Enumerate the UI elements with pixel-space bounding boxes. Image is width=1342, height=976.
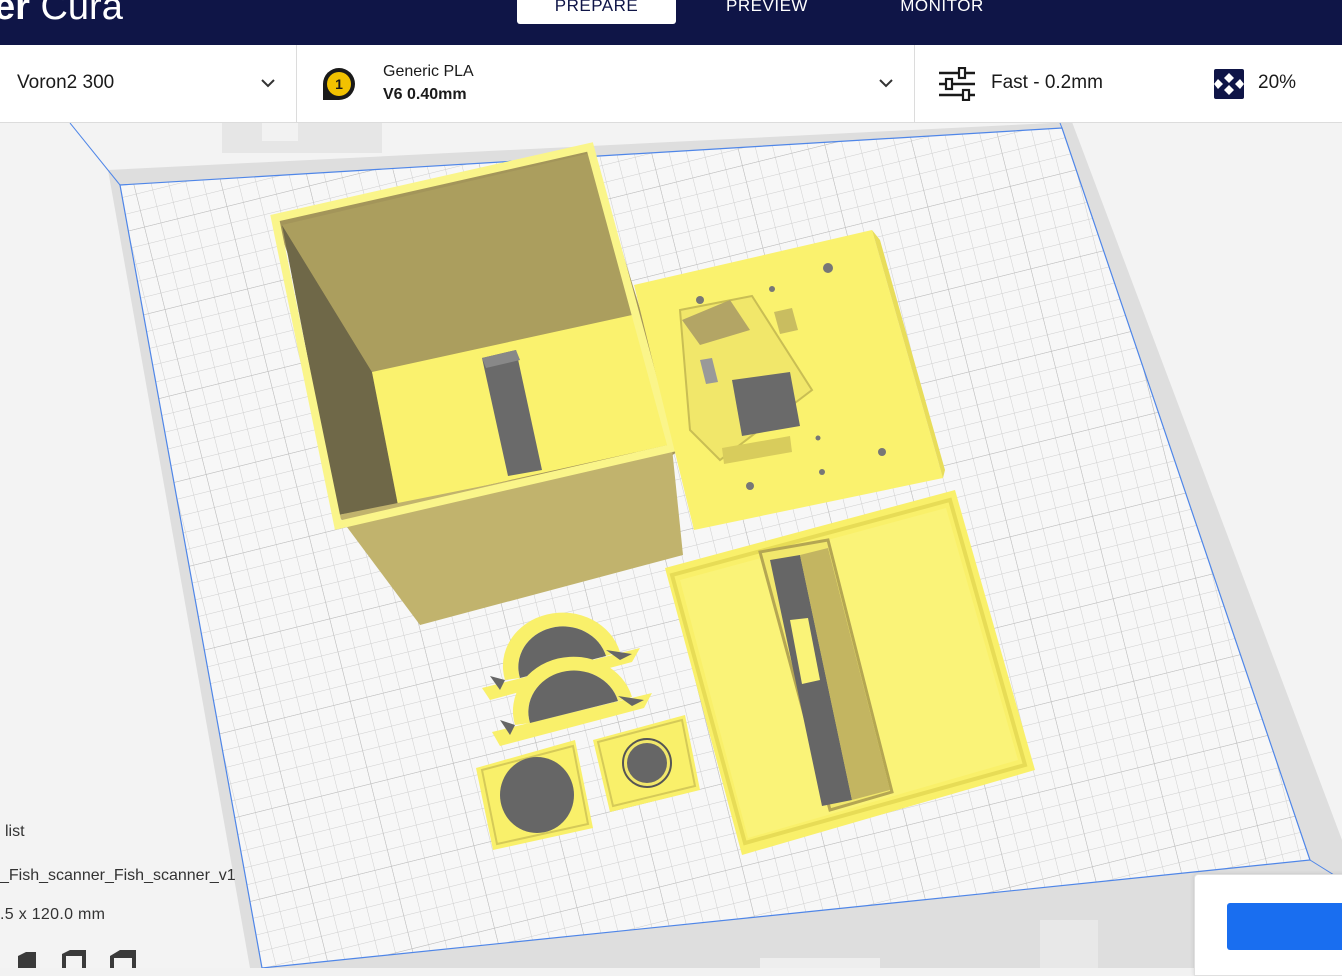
nozzle-size: V6 0.40mm bbox=[383, 86, 467, 103]
material-selector[interactable]: 1 Generic PLA V6 0.40mm bbox=[297, 45, 914, 122]
slice-button[interactable] bbox=[1227, 903, 1342, 950]
printer-name: Voron2 300 bbox=[17, 72, 115, 93]
object-dimensions: .5 x 120.0 mm bbox=[0, 906, 106, 923]
chevron-down-icon bbox=[879, 79, 893, 88]
app-title: er Cura bbox=[0, 0, 123, 28]
action-panel bbox=[1194, 874, 1342, 976]
print-setup-bar: Voron2 300 1 Generic PLA V6 0.40mm Fast … bbox=[0, 45, 1342, 123]
profile-label: Fast - 0.2mm bbox=[991, 72, 1103, 93]
build-plate-scene bbox=[69, 123, 1342, 968]
tab-prepare[interactable]: PREPARE bbox=[517, 0, 676, 24]
infill-icon bbox=[1214, 69, 1244, 99]
svg-text:1: 1 bbox=[335, 76, 343, 92]
material-name: Generic PLA bbox=[383, 63, 474, 80]
infill-label: 20% bbox=[1258, 72, 1297, 93]
object-file-name: _Fish_scanner_Fish_scanner_v1 bbox=[0, 867, 236, 884]
header-bar: er Cura PREPARE PREVIEW MONITOR bbox=[0, 0, 1342, 45]
extruder-badge-icon: 1 bbox=[323, 68, 355, 100]
view-orientation-icons bbox=[18, 950, 136, 968]
printer-selector[interactable]: Voron2 300 bbox=[0, 45, 296, 122]
print-settings-selector[interactable]: Fast - 0.2mm 20% bbox=[915, 45, 1342, 122]
settings-sliders-icon bbox=[939, 67, 975, 101]
tab-monitor[interactable]: MONITOR bbox=[870, 0, 1014, 24]
3d-viewport[interactable] bbox=[0, 123, 1342, 968]
object-list-toggle[interactable]: list bbox=[5, 823, 25, 841]
view-3d-icon bbox=[18, 952, 36, 968]
tab-preview[interactable]: PREVIEW bbox=[700, 0, 834, 24]
chevron-down-icon bbox=[261, 79, 275, 88]
